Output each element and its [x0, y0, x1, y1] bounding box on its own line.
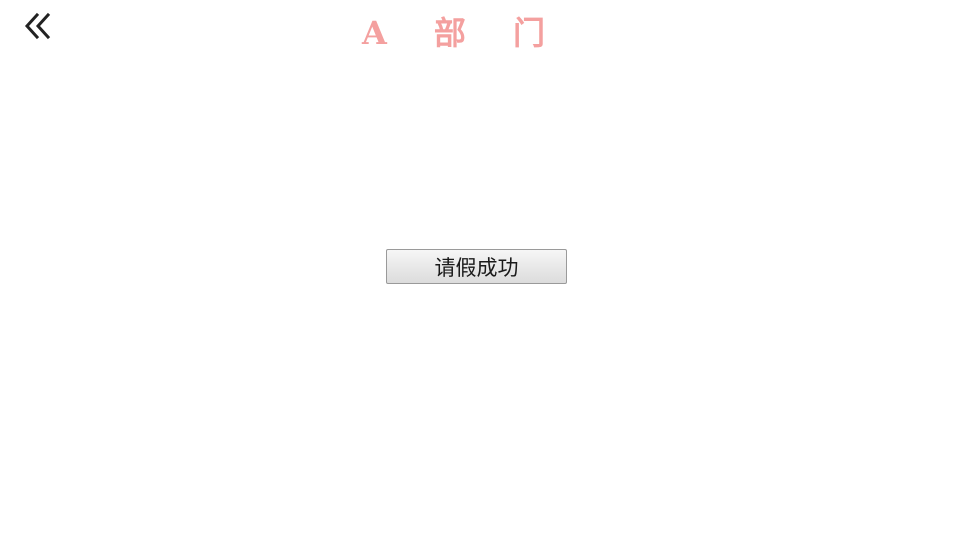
- page-title: A 部 门: [361, 14, 564, 52]
- page: A 部 门 请假成功: [0, 0, 953, 533]
- leave-success-button[interactable]: 请假成功: [386, 249, 567, 284]
